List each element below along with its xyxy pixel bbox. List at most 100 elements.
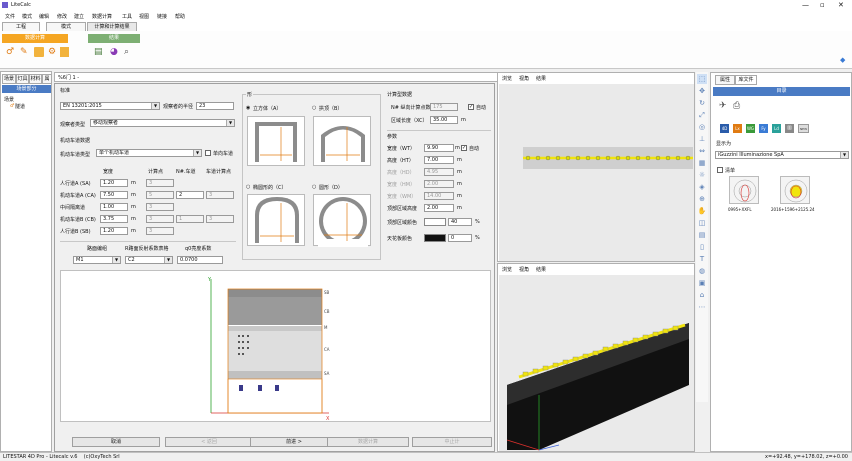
menu-view[interactable]: 视图 xyxy=(139,13,149,20)
cancel-button[interactable]: 取消 xyxy=(72,437,160,447)
right-tab-props[interactable]: 属性 xyxy=(715,75,735,85)
tool-camera-icon[interactable]: ◈ xyxy=(697,182,707,192)
menu-calc[interactable]: 数据计算 xyxy=(92,13,112,20)
oneway-checkbox[interactable] xyxy=(205,150,211,156)
param-input[interactable]: 7.00 xyxy=(424,156,454,164)
calculate-button[interactable]: 数据计算 xyxy=(327,437,409,447)
badge-wg[interactable]: WG xyxy=(746,124,755,133)
calc-icon-2[interactable]: ✎ xyxy=(20,47,30,57)
top-view-menu-result[interactable]: 结果 xyxy=(536,75,546,82)
param-input[interactable]: 2.00 xyxy=(424,180,454,188)
catalog-item-1[interactable] xyxy=(729,176,759,204)
bottom-view-menu-browse[interactable]: 浏览 xyxy=(502,266,512,273)
calc-icon-1[interactable]: ♂ xyxy=(6,47,16,57)
menu-mode[interactable]: 模式 xyxy=(22,13,32,20)
tool-snap-icon[interactable]: ◎ xyxy=(697,122,707,132)
calc-nodes-input[interactable]: 175 xyxy=(430,103,458,111)
bottom-view-menu-angle[interactable]: 视角 xyxy=(519,266,529,273)
back-button[interactable]: < 返回 xyxy=(165,437,253,447)
calc-icon-5[interactable] xyxy=(60,47,69,57)
tool-zoom-icon[interactable]: ⊕ xyxy=(697,194,707,204)
close-icon[interactable]: ✕ xyxy=(838,1,844,9)
calc-icon-4[interactable]: ⚙ xyxy=(48,47,58,57)
top-view-canvas[interactable] xyxy=(499,84,694,261)
calc-icon-3[interactable] xyxy=(34,47,44,57)
next-button[interactable]: 前进 > xyxy=(250,437,338,447)
tool-paint-icon[interactable]: ◍ xyxy=(697,266,707,276)
top-view-menu-browse[interactable]: 浏览 xyxy=(502,75,512,82)
tool-more-icon[interactable]: ⋯ xyxy=(697,302,707,312)
shape-a-image[interactable] xyxy=(247,116,305,166)
standard-select[interactable]: EN 13201:2015 xyxy=(60,102,160,110)
library-print-icon[interactable]: ⎙ xyxy=(733,101,740,111)
menu-modify[interactable]: 修改 xyxy=(57,13,67,20)
material-r-select[interactable]: C2 xyxy=(125,256,173,264)
row-width-input[interactable]: 1.20 xyxy=(100,227,128,235)
ceiling-color-input[interactable]: 0 xyxy=(448,234,472,242)
shape-d-image[interactable] xyxy=(313,194,371,247)
tool-lock-icon[interactable]: ⌂ xyxy=(697,290,707,300)
row-points-input[interactable]: 5 xyxy=(146,191,174,199)
bottom-view-canvas[interactable] xyxy=(499,275,694,451)
wall-color-swatch[interactable] xyxy=(424,218,446,226)
menu-build[interactable]: 建立 xyxy=(74,13,84,20)
ceiling-color-swatch[interactable] xyxy=(424,234,446,242)
badge-lx[interactable]: Lx xyxy=(733,124,742,133)
tool-measure-icon[interactable]: ⊥ xyxy=(697,134,707,144)
tree-root[interactable]: 场景 xyxy=(4,96,14,103)
tool-grid-icon[interactable]: ▦ xyxy=(697,158,707,168)
row-lane-points-input[interactable]: 3 xyxy=(206,215,234,223)
menu-file[interactable]: 文件 xyxy=(5,13,15,20)
tool-align-icon[interactable]: ⇔ xyxy=(697,146,707,156)
right-tab-library[interactable]: 库文件 xyxy=(735,75,757,85)
left-tab-lights[interactable]: 灯具 xyxy=(16,74,29,84)
menu-tools[interactable]: 工具 xyxy=(122,13,132,20)
wall-color-input[interactable]: 40 xyxy=(448,218,472,226)
param-input[interactable]: 4.95 xyxy=(424,168,454,176)
results-icon-1[interactable]: ▤ xyxy=(94,47,104,57)
observer-select[interactable]: 移动观察者 xyxy=(90,119,235,127)
menu-edit[interactable]: 编辑 xyxy=(39,13,49,20)
motor-type-select[interactable]: 单个机动车道 xyxy=(96,149,202,157)
calc-auto-checkbox[interactable]: ✓ xyxy=(468,104,474,110)
param-input[interactable]: 2.00 xyxy=(424,204,454,212)
angle-input[interactable]: 23 xyxy=(196,102,234,110)
row-points-input[interactable]: 3 xyxy=(146,203,174,211)
abort-button[interactable]: 中止计 xyxy=(412,437,492,447)
tool-ruler-icon[interactable]: ▯ xyxy=(697,242,707,252)
tool-pan-icon[interactable]: ✋ xyxy=(697,206,707,216)
help-icon[interactable]: ◆ xyxy=(840,56,848,64)
shape-b-image[interactable] xyxy=(313,116,371,166)
material-q0-input[interactable]: 0.0700 xyxy=(177,256,223,264)
row-points-input[interactable]: 3 xyxy=(146,227,174,235)
tool-view-icon[interactable]: ◫ xyxy=(697,218,707,228)
badge-ld[interactable]: Ld xyxy=(772,124,781,133)
row-width-input[interactable]: 7.50 xyxy=(100,191,128,199)
param-auto-checkbox[interactable]: ✓ xyxy=(461,145,467,151)
results-icon-3[interactable]: ⌕ xyxy=(124,47,134,57)
row-points-input[interactable]: 3 xyxy=(146,179,174,187)
tool-move-icon[interactable]: ✥ xyxy=(697,86,707,96)
tool-scale-icon[interactable]: ⤢ xyxy=(697,110,707,120)
row-width-input[interactable]: 1.00 xyxy=(100,203,128,211)
library-tool-icon-1[interactable]: ✈ xyxy=(719,101,727,111)
tool-light-icon[interactable]: ☼ xyxy=(697,170,707,180)
badge-fy[interactable]: Fy xyxy=(759,124,768,133)
left-tab-props[interactable]: 属 xyxy=(42,74,52,84)
badge-4d[interactable]: 4D xyxy=(720,124,729,133)
left-tab-materials[interactable]: 材料 xyxy=(29,74,42,84)
badge-db-icon[interactable]: ▥ xyxy=(785,124,794,133)
minimize-icon[interactable]: — xyxy=(802,1,809,9)
row-width-input[interactable]: 1.20 xyxy=(100,179,128,187)
top-view-menu-angle[interactable]: 视角 xyxy=(519,75,529,82)
row-points-input[interactable]: 3 xyxy=(146,215,174,223)
material-group-select[interactable]: M1 xyxy=(73,256,121,264)
tool-report-icon[interactable]: ▣ xyxy=(697,278,707,288)
list-checkbox[interactable] xyxy=(717,167,723,173)
tool-select-icon[interactable]: ⬚ xyxy=(697,74,707,84)
menu-help[interactable]: 帮助 xyxy=(175,13,185,20)
row-lanes-input[interactable]: 2 xyxy=(176,191,204,199)
manufacturer-select[interactable]: iGuzzini Illuminazione SpA xyxy=(715,151,849,159)
results-icon-2[interactable]: ◕ xyxy=(110,47,120,57)
tool-rotate-icon[interactable]: ↻ xyxy=(697,98,707,108)
